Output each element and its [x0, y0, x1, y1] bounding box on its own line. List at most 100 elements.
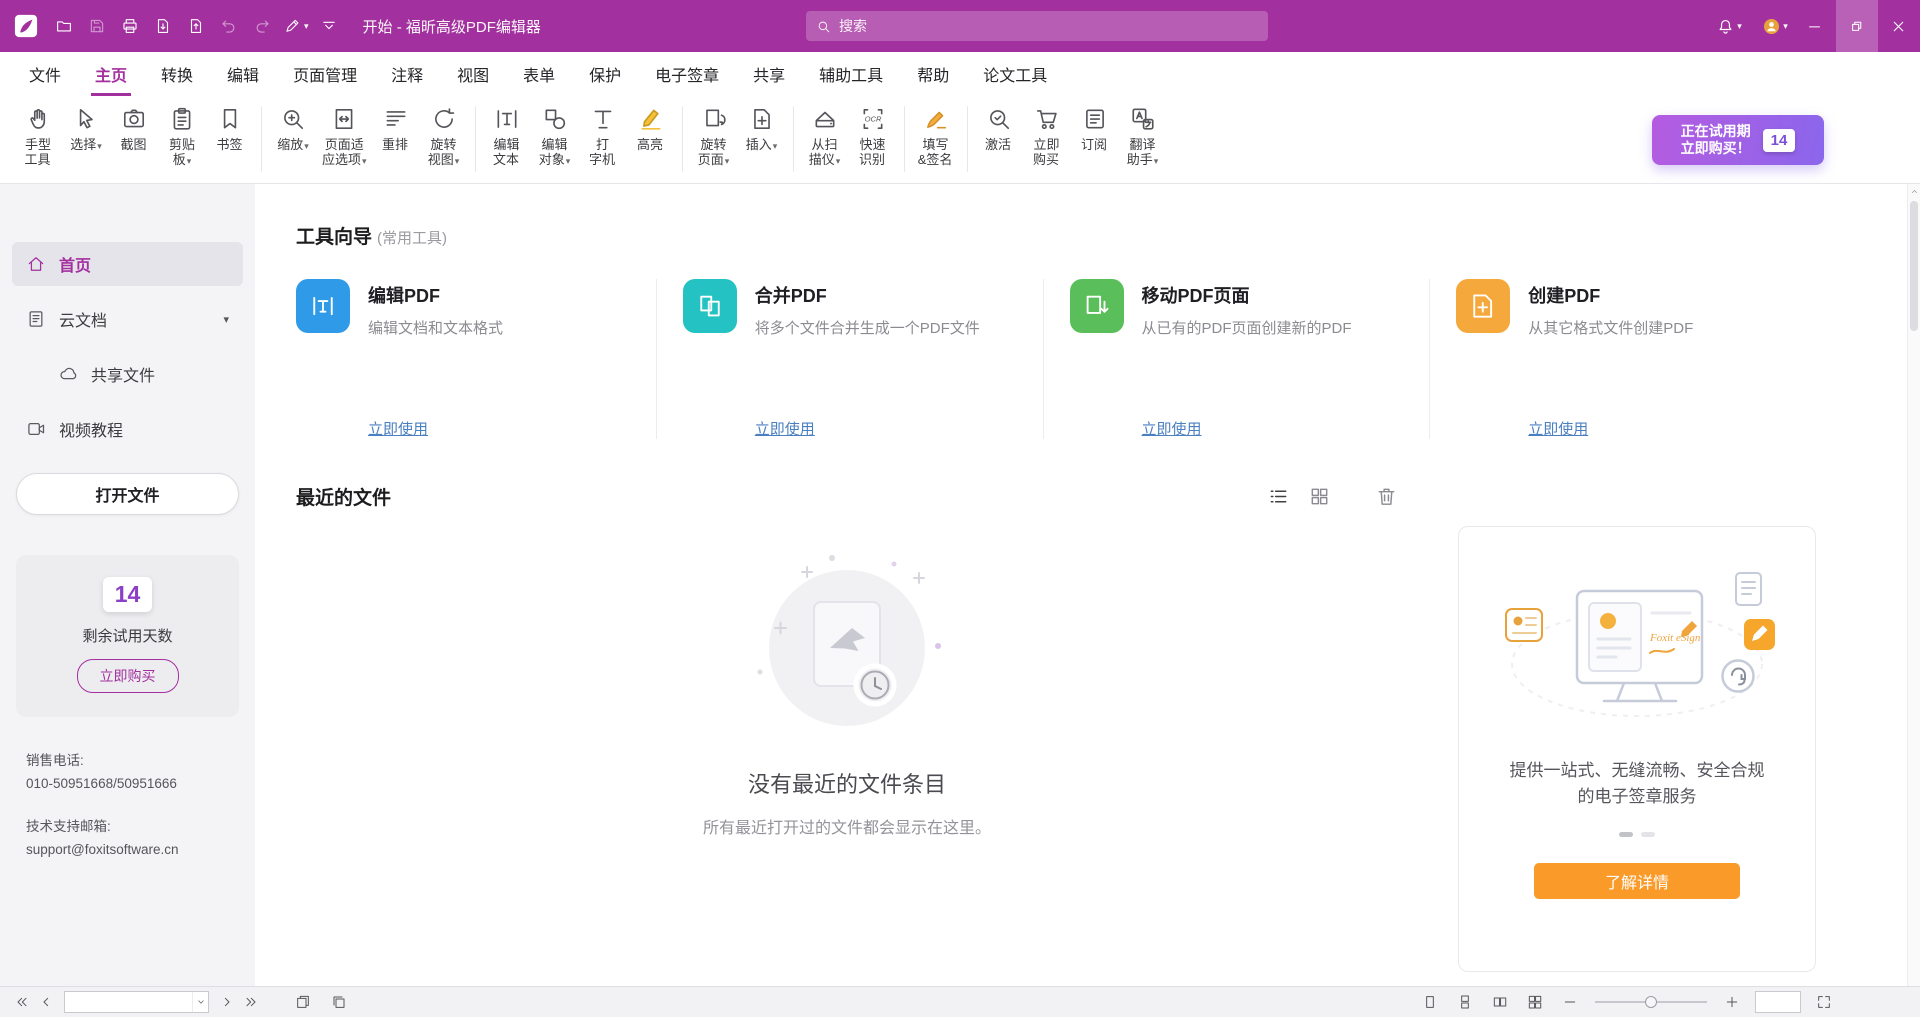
- merge-pdf-use-link[interactable]: 立即使用: [755, 418, 815, 439]
- edit-pdf-use-link[interactable]: 立即使用: [368, 418, 428, 439]
- menu-share[interactable]: 共享: [736, 52, 802, 96]
- ribbon-divider[interactable]: [967, 106, 968, 172]
- previous-page-button[interactable]: [34, 990, 58, 1014]
- list-view-button[interactable]: [1267, 485, 1290, 508]
- single-page-view-button[interactable]: [1418, 990, 1442, 1014]
- trial-purchase-banner[interactable]: 正在试用期 立即购买！ 14: [1652, 115, 1824, 165]
- open-file-quick-button[interactable]: [50, 11, 80, 41]
- edit-object-button[interactable]: 编辑 对象▾: [531, 104, 579, 171]
- vertical-scrollbar[interactable]: [1907, 184, 1920, 986]
- print-quick-button[interactable]: [116, 11, 146, 41]
- menu-file[interactable]: 文件: [12, 52, 78, 96]
- collapse-toolbar-button[interactable]: [315, 11, 345, 41]
- typewriter-button[interactable]: 打 字机: [579, 104, 627, 171]
- export-doc-quick-button[interactable]: [149, 11, 179, 41]
- activate-button[interactable]: 激活: [975, 104, 1023, 156]
- close-button[interactable]: [1878, 0, 1920, 52]
- menu-page-management[interactable]: 页面管理: [276, 52, 374, 96]
- cloud-docs-nav-item[interactable]: 云文档 ▾: [12, 297, 243, 341]
- ribbon-divider[interactable]: [682, 106, 683, 172]
- menu-edit[interactable]: 编辑: [210, 52, 276, 96]
- clipboard-button[interactable]: 剪贴 板▾: [158, 104, 206, 171]
- edit-text-button[interactable]: 编辑 文本: [483, 104, 531, 171]
- menu-accessibility[interactable]: 辅助工具: [802, 52, 900, 96]
- move-pdf-pages-card[interactable]: 移动PDF页面 从已有的PDF页面创建新的PDF: [1070, 279, 1404, 339]
- copy-view-button[interactable]: [327, 990, 351, 1014]
- reflow-button[interactable]: 重排: [372, 104, 420, 156]
- menu-paper-tools[interactable]: 论文工具: [966, 52, 1064, 96]
- ribbon-divider[interactable]: [904, 106, 905, 172]
- menu-comment[interactable]: 注释: [374, 52, 440, 96]
- menu-convert[interactable]: 转换: [144, 52, 210, 96]
- highlight-button[interactable]: 高亮: [627, 104, 675, 156]
- zoom-in-button[interactable]: [1720, 990, 1744, 1014]
- restore-button[interactable]: [1836, 0, 1878, 52]
- rotate-view-button[interactable]: 旋转 视图▾: [420, 104, 468, 171]
- facing-view-button[interactable]: [1488, 990, 1512, 1014]
- open-file-button[interactable]: 打开文件: [16, 473, 239, 515]
- facing-continuous-view-button[interactable]: [1523, 990, 1547, 1014]
- move-pdf-pages-use-link[interactable]: 立即使用: [1142, 418, 1202, 439]
- first-page-button[interactable]: [10, 990, 34, 1014]
- next-page-button[interactable]: [215, 990, 239, 1014]
- signature-quick-button[interactable]: ▾: [281, 11, 312, 41]
- edit-pdf-card[interactable]: 编辑PDF 编辑文档和文本格式: [296, 279, 630, 339]
- home-nav-item[interactable]: 首页: [12, 242, 243, 286]
- bookmark-button[interactable]: 书签: [206, 104, 254, 156]
- zoom-slider[interactable]: [1595, 992, 1707, 1012]
- save-quick-button[interactable]: [83, 11, 113, 41]
- undo-quick-button[interactable]: [215, 11, 245, 41]
- create-pdf-card[interactable]: 创建PDF 从其它格式文件创建PDF: [1456, 279, 1790, 339]
- menu-protect[interactable]: 保护: [572, 52, 638, 96]
- scrollbar-thumb[interactable]: [1910, 201, 1918, 331]
- zoom-level-box[interactable]: [1755, 991, 1801, 1013]
- ribbon-divider[interactable]: [793, 106, 794, 172]
- insert-pages-button[interactable]: 插入▾: [738, 104, 786, 156]
- shared-files-nav-item[interactable]: 共享文件: [12, 352, 243, 396]
- fill-sign-button[interactable]: 填写 &签名: [912, 104, 960, 171]
- scroll-up-button[interactable]: [1908, 184, 1920, 199]
- search-input[interactable]: [839, 18, 1258, 34]
- redo-quick-button[interactable]: [248, 11, 278, 41]
- grid-view-button[interactable]: [1308, 485, 1331, 508]
- menu-view[interactable]: 视图: [440, 52, 506, 96]
- menu-form[interactable]: 表单: [506, 52, 572, 96]
- menu-esign[interactable]: 电子签章: [638, 52, 736, 96]
- video-tutorials-nav-item[interactable]: 视频教程: [12, 407, 243, 451]
- translate-assistant-button[interactable]: 翻译 助手▾: [1119, 104, 1167, 171]
- minimize-button[interactable]: [1794, 0, 1836, 52]
- fullscreen-button[interactable]: [1812, 990, 1836, 1014]
- subscribe-button[interactable]: 订阅: [1071, 104, 1119, 156]
- carousel-dot[interactable]: [1641, 832, 1655, 837]
- from-scanner-button[interactable]: 从扫 描仪▾: [801, 104, 849, 171]
- support-email[interactable]: support@foxitsoftware.cn: [26, 838, 255, 861]
- menu-help[interactable]: 帮助: [900, 52, 966, 96]
- hand-tool-button[interactable]: 手型 工具: [14, 104, 62, 171]
- ribbon-divider[interactable]: [261, 106, 262, 172]
- notifications-button[interactable]: ▾: [1714, 8, 1744, 44]
- last-page-button[interactable]: [239, 990, 263, 1014]
- page-fit-options-button[interactable]: 页面适 应选项▾: [317, 104, 372, 171]
- page-dropdown-button[interactable]: [192, 992, 208, 1012]
- account-avatar-button[interactable]: ▾: [1760, 8, 1790, 44]
- continuous-view-button[interactable]: [1453, 990, 1477, 1014]
- buy-now-button[interactable]: 立即购买: [77, 659, 179, 693]
- merge-pdf-card[interactable]: 合并PDF 将多个文件合并生成一个PDF文件: [683, 279, 1017, 339]
- zoom-slider-thumb[interactable]: [1645, 996, 1657, 1008]
- clear-recent-button[interactable]: [1375, 485, 1398, 508]
- menu-home[interactable]: 主页: [78, 52, 144, 96]
- ribbon-divider[interactable]: [475, 106, 476, 172]
- page-number-input[interactable]: [65, 995, 192, 1010]
- create-pdf-use-link[interactable]: 立即使用: [1528, 418, 1588, 439]
- buy-now-ribbon-button[interactable]: 立即 购买: [1023, 104, 1071, 171]
- zoom-out-button[interactable]: [1558, 990, 1582, 1014]
- import-doc-quick-button[interactable]: [182, 11, 212, 41]
- search-box[interactable]: [806, 11, 1268, 41]
- quick-ocr-button[interactable]: OCR 快速 识别: [849, 104, 897, 171]
- snapshot-button[interactable]: 截图: [110, 104, 158, 156]
- carousel-dot-active[interactable]: [1619, 832, 1633, 837]
- zoom-button[interactable]: 缩放▾: [269, 104, 317, 156]
- learn-more-button[interactable]: 了解详情: [1534, 863, 1740, 899]
- rotate-pages-button[interactable]: 旋转 页面▾: [690, 104, 738, 171]
- snapshot-view-button[interactable]: [291, 990, 315, 1014]
